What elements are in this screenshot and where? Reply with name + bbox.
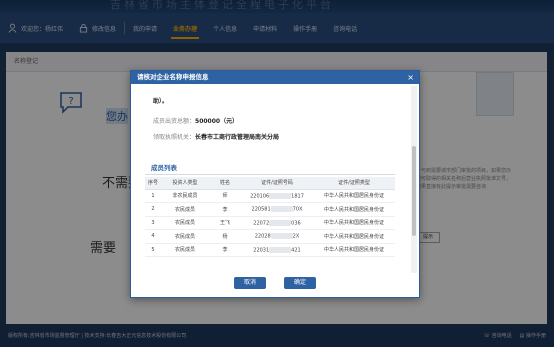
cell-type: 非农民成员 (161, 189, 209, 203)
cell-doc-type: 中华人民共和国居民身份证 (313, 216, 395, 230)
cell-type: 农民成员 (161, 202, 209, 217)
authority-label: 领取执照机关： (153, 134, 196, 141)
id-tail: 70X (292, 206, 303, 213)
dialog-header: 请核对企业名称申报信息 × (131, 71, 419, 84)
table-row: 4 农民成员杨 22028 2X 中华人民共和国居民身份证 (145, 229, 395, 244)
dialog-body: 助）。 成员出资总额：500000（元） 领取执照机关：长春市工商行政管理局南关… (145, 86, 401, 273)
table-row: 2 农民成员李 220581 70X 中华人民共和国居民身份证 (145, 202, 395, 217)
cell-id: 220581 70X (241, 202, 313, 217)
authority-row: 领取执照机关：长春市工商行政管理局南关分局 (153, 132, 279, 141)
capital-value: 500000（元） (195, 118, 239, 125)
column-header: 姓名 (209, 177, 241, 190)
id-tail: 2X (292, 233, 300, 240)
column-header: 序号 (145, 177, 161, 190)
cell-doc-type: 中华人民共和国居民身份证 (313, 189, 395, 203)
dialog-footer: 取消 确定 (131, 277, 419, 297)
cell-no: 3 (145, 216, 161, 230)
column-header: 证件/证照类型 (313, 177, 395, 190)
capital-label: 成员出资总额： (153, 118, 196, 125)
redacted-mask (269, 219, 292, 226)
cell-doc-type: 中华人民共和国居民身份证 (313, 243, 395, 257)
cell-type: 农民成员 (161, 216, 209, 230)
cell-name: 师 (209, 189, 241, 203)
confirm-button[interactable]: 确定 (284, 277, 316, 289)
id-head: 220106 (250, 193, 270, 199)
cell-id: 22072 036 (241, 216, 313, 230)
cell-no: 2 (145, 202, 161, 217)
table-row: 3 农民成员 王飞 22072 036 中华人民共和国居民身份证 (145, 216, 395, 230)
table-row: 5 农民成员李 22031 421 中华人民共和国居民身份证 (145, 243, 395, 257)
divider (145, 174, 395, 175)
cell-id: 220106 1817 (241, 189, 313, 203)
table-row: 1 非农民成员师 220106 1817 中华人民共和国居民身份证 (145, 189, 395, 203)
member-table: 序号 投资人类型 姓名 证件/证照号码 证件/证照类型 1 非农民成员师 22010… (145, 177, 395, 257)
cell-name: 李 (209, 243, 241, 257)
column-header: 证件/证照号码 (241, 177, 313, 190)
name-confirm-dialog: 请核对企业名称申报信息 × 助）。 成员出资总额：500000（元） 领取执照机… (130, 70, 420, 298)
cell-name: 杨 (209, 229, 241, 244)
redacted-mask (270, 233, 293, 239)
text-line: 助）。 (153, 98, 169, 105)
dialog-title: 请核对企业名称申报信息 (137, 73, 209, 81)
capital-row: 成员出资总额：500000（元） (153, 116, 238, 125)
redacted-mask (269, 246, 292, 253)
column-header: 投资人类型 (161, 177, 209, 190)
scrollbar-thumb[interactable] (412, 146, 416, 236)
redacted-mask (270, 206, 293, 212)
cell-type: 农民成员 (161, 229, 209, 244)
close-icon[interactable]: × (407, 71, 414, 84)
authority-value: 长春市工商行政管理局南关分局 (195, 134, 280, 141)
cell-id: 22028 2X (241, 229, 313, 244)
table-header-row: 序号 投资人类型 姓名 证件/证照号码 证件/证照类型 (145, 177, 395, 190)
cell-no: 1 (145, 189, 161, 203)
id-tail: 421 (291, 247, 301, 253)
redacted-mask (269, 192, 292, 199)
id-head: 22028 (254, 233, 271, 240)
cell-no: 4 (145, 229, 161, 244)
id-head: 22072 (253, 220, 270, 226)
cell-id: 22031 421 (241, 243, 313, 257)
id-head: 22031 (253, 247, 270, 253)
id-tail: 036 (291, 220, 301, 226)
dialog-scrollbar[interactable] (411, 86, 417, 273)
cell-no: 5 (145, 243, 161, 257)
id-head: 220581 (251, 206, 271, 213)
cell-name: 王飞 (209, 216, 241, 230)
cancel-button[interactable]: 取消 (234, 277, 266, 289)
cell-type: 农民成员 (161, 243, 209, 257)
cell-name: 李 (209, 202, 241, 217)
member-list-title: 成员列表 (151, 164, 177, 172)
id-tail: 1817 (291, 193, 304, 199)
cell-doc-type: 中华人民共和国居民身份证 (313, 229, 395, 244)
cell-doc-type: 中华人民共和国居民身份证 (313, 202, 395, 217)
